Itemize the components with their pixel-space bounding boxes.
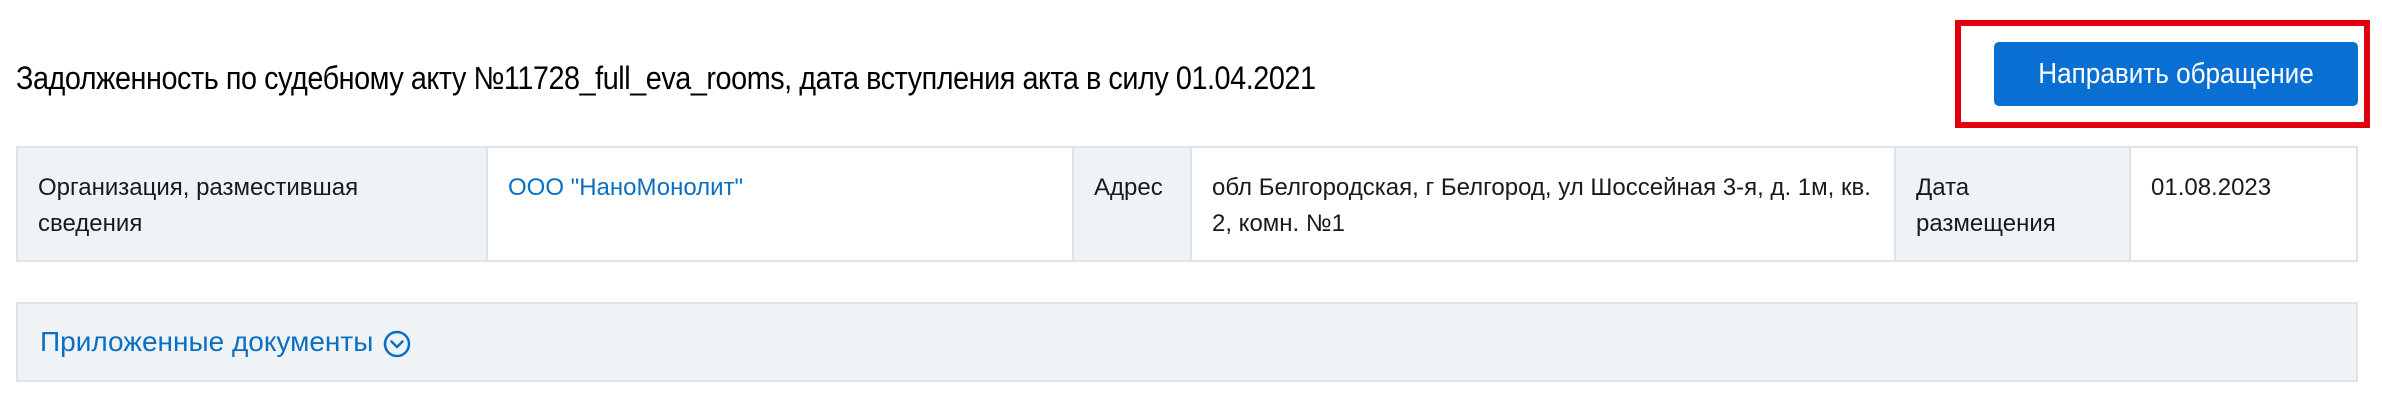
- address-label: Адрес: [1074, 148, 1192, 260]
- organization-value-cell: ООО "НаноМонолит": [488, 148, 1074, 260]
- organization-label: Организация, разместившая сведения: [18, 148, 488, 260]
- address-value: обл Белгородская, г Белгород, ул Шоссейн…: [1192, 148, 1896, 260]
- publication-date-value: 01.08.2023: [2131, 148, 2356, 260]
- attached-documents-label: Приложенные документы: [40, 326, 374, 357]
- info-table: Организация, разместившая сведения ООО "…: [16, 146, 2358, 262]
- chevron-down-circle-icon: [383, 330, 411, 358]
- page: Задолженность по судебному акту №11728_f…: [0, 0, 2382, 416]
- send-appeal-button-label: Направить обращение: [2038, 58, 2314, 90]
- send-appeal-button[interactable]: Направить обращение: [1994, 42, 2358, 106]
- debt-title: Задолженность по судебному акту №11728_f…: [16, 60, 1316, 96]
- publication-date-label: Дата размещения: [1896, 148, 2131, 260]
- organization-link[interactable]: ООО "НаноМонолит": [508, 174, 743, 201]
- attached-documents-toggle[interactable]: Приложенные документы: [16, 302, 2358, 382]
